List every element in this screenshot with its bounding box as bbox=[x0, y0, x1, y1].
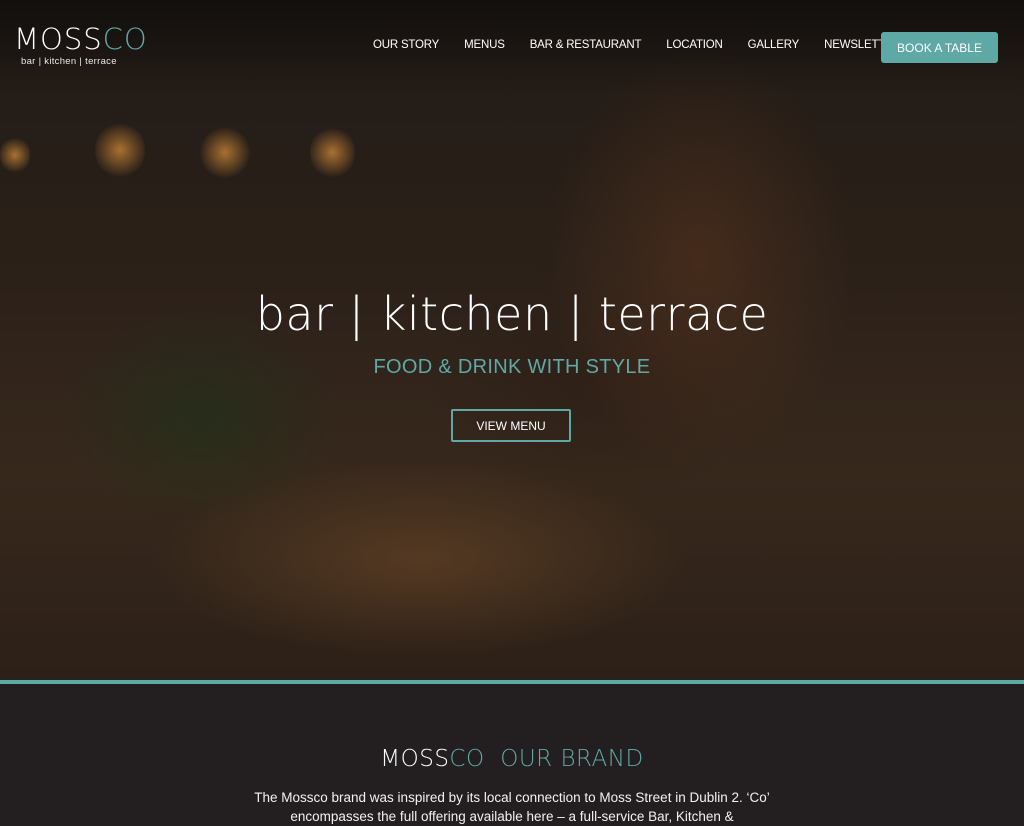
nav-gallery[interactable]: GALLERY bbox=[748, 39, 800, 51]
nav-location[interactable]: LOCATION bbox=[666, 39, 723, 51]
logo-tagline: bar | kitchen | terrace bbox=[21, 56, 117, 67]
nav-bar-restaurant[interactable]: BAR & RESTAURANT bbox=[530, 39, 642, 51]
view-menu-button[interactable]: VIEW MENU bbox=[451, 409, 571, 442]
main-nav: OUR STORY MENUS BAR & RESTAURANT LOCATIO… bbox=[373, 39, 926, 51]
brand-heading-label: OUR BRAND bbox=[500, 746, 644, 772]
brand-heading-moss: MOSS bbox=[380, 746, 450, 772]
hero-title: bar | kitchen | terrace bbox=[255, 287, 769, 341]
brand-heading-co: CO bbox=[449, 746, 485, 772]
logo-moss: MOSS bbox=[14, 22, 103, 56]
brand-description: The Mossco brand was inspired by its loc… bbox=[254, 790, 770, 824]
hero-subtitle: FOOD & DRINK WITH STYLE bbox=[373, 356, 651, 378]
section-divider bbox=[0, 680, 1024, 684]
nav-menus[interactable]: MENUS bbox=[464, 39, 505, 51]
logo-wordmark: MOSSCO bbox=[14, 24, 148, 54]
brand-heading: MOSSCO OUR BRAND bbox=[0, 746, 1024, 772]
book-a-table-button[interactable]: BOOK A TABLE bbox=[881, 32, 998, 63]
logo-co: CO bbox=[102, 22, 148, 56]
nav-our-story[interactable]: OUR STORY bbox=[373, 39, 439, 51]
site-logo[interactable]: MOSSCO bar | kitchen | terrace bbox=[14, 24, 148, 67]
